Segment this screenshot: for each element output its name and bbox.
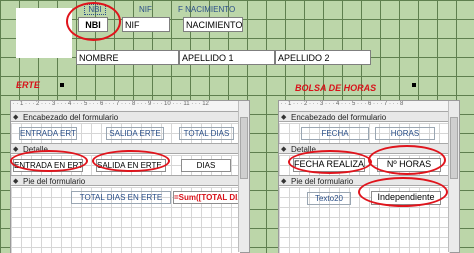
blank-area (16, 8, 72, 58)
left-header-label-entrada[interactable]: ENTRADA ERTE (19, 127, 77, 140)
left-footer-label-total[interactable]: TOTAL DIAS EN ERTE (71, 191, 171, 204)
nombre-field[interactable]: NOMBRE (76, 50, 179, 65)
right-horas-annotation-circle (368, 145, 446, 175)
report-design-view: { "main_form": { "labels": { "nbi": "NBI… (0, 0, 474, 253)
left-salida-annotation-circle (92, 150, 170, 172)
apellido2-field[interactable]: APELLIDO 2 (275, 50, 371, 65)
apellido1-field[interactable]: APELLIDO 1 (179, 50, 275, 65)
left-header-label-total[interactable]: TOTAL DIAS (179, 127, 234, 140)
nacimiento-field[interactable]: NACIMIENTO (183, 17, 243, 32)
left-header-band[interactable]: ◆ Encabezado del formulario (11, 111, 240, 122)
section-arrow-icon: ◆ (13, 178, 19, 185)
left-footer-field-sum[interactable]: =Sum([TOTAL DIAS]) (173, 191, 243, 204)
right-scrollbar-thumb[interactable] (450, 117, 458, 179)
right-header-section: FECHA HORAS (279, 123, 450, 143)
section-arrow-icon: ◆ (13, 114, 19, 121)
nbi-annotation-circle (66, 2, 121, 41)
nif-field[interactable]: NIF (122, 17, 170, 32)
left-header-section: ENTRADA ERTE SALIDA ERTE TOTAL DIAS (11, 123, 240, 143)
left-footer-band-label: Pie del formulario (23, 177, 86, 186)
right-fecha-annotation-circle (288, 150, 372, 174)
left-footer-section: TOTAL DIAS EN ERTE =Sum([TOTAL DIAS]) (11, 187, 243, 253)
f-nacimiento-label: F NACIMIENTO (178, 5, 236, 14)
right-footer-label-texto20[interactable]: Texto20 (307, 192, 351, 205)
resize-marker-left[interactable] (60, 83, 64, 87)
right-header-label-horas[interactable]: HORAS (375, 127, 435, 140)
left-footer-band[interactable]: ◆ Pie del formulario (11, 175, 240, 186)
left-entrada-annotation-circle (10, 150, 88, 172)
section-arrow-icon: ◆ (13, 146, 19, 153)
section-arrow-icon: ◆ (281, 114, 287, 121)
resize-marker-right[interactable] (412, 83, 416, 87)
section-arrow-icon: ◆ (281, 146, 287, 153)
left-detail-field-dias[interactable]: DIAS (181, 159, 231, 172)
left-header-label-salida[interactable]: SALIDA ERTE (106, 127, 164, 140)
right-header-band-label: Encabezado del formulario (291, 113, 387, 122)
right-header-label-fecha[interactable]: FECHA (301, 127, 369, 140)
right-independiente-annotation-circle (358, 177, 448, 207)
left-vertical-scrollbar[interactable] (238, 101, 249, 252)
section-arrow-icon: ◆ (281, 178, 287, 185)
left-header-band-label: Encabezado del formulario (23, 113, 119, 122)
right-header-band[interactable]: ◆ Encabezado del formulario (279, 111, 450, 122)
left-scrollbar-thumb[interactable] (240, 117, 248, 179)
subform-right[interactable]: · · 1 · · · 2 · · · 3 · · · 4 · · · 5 · … (278, 100, 460, 253)
nif-label: NIF (139, 5, 152, 14)
subform-left-title: ERTE (16, 80, 40, 90)
right-vertical-scrollbar[interactable] (448, 101, 459, 252)
subform-right-title: BOLSA DE HORAS (295, 83, 377, 93)
right-footer-band-label: Pie del formulario (291, 177, 354, 186)
subform-left[interactable]: · · 1 · · · 2 · · · 3 · · · 4 · · · 5 · … (10, 100, 250, 253)
